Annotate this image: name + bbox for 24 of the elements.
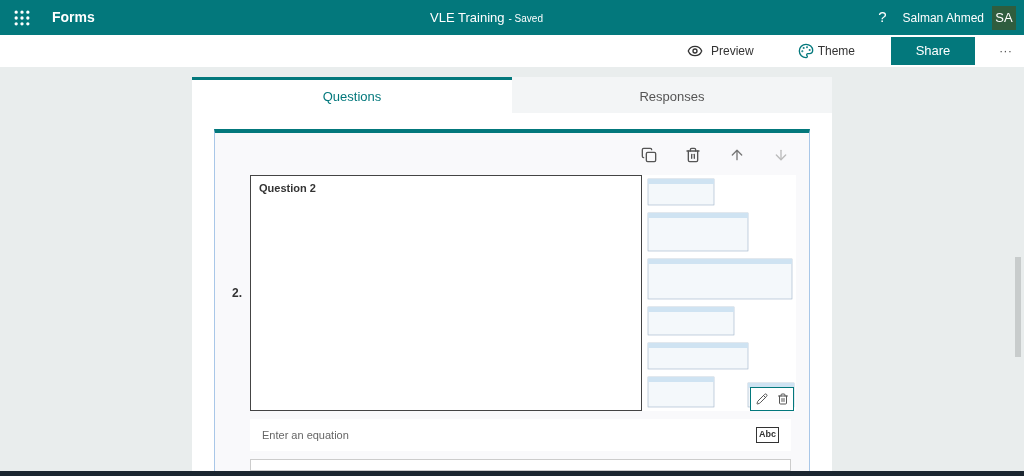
more-button[interactable]: ··· [999, 41, 1012, 61]
help-button[interactable]: ? [878, 6, 887, 29]
edit-icon[interactable] [755, 393, 768, 405]
eye-icon [686, 43, 703, 59]
tab[interactable]: Responses [512, 77, 832, 113]
app-name[interactable]: Forms [52, 7, 95, 28]
copy-icon[interactable] [641, 147, 657, 163]
scrollbar-thumb[interactable] [1015, 257, 1021, 357]
question-field[interactable]: Question 2 [250, 175, 642, 411]
share-button[interactable]: Share [891, 37, 975, 65]
user-name: Salman Ahmed [902, 9, 984, 27]
theme-button[interactable]: Theme [797, 42, 855, 60]
question-number: 2. [232, 285, 242, 302]
answer-field[interactable] [250, 459, 791, 471]
equation-field[interactable]: Enter an equation Abc [250, 419, 791, 451]
preview-button[interactable]: Preview [686, 42, 754, 60]
delete-icon[interactable] [685, 147, 701, 163]
delete-icon[interactable] [776, 393, 789, 405]
save-status: - Saved [508, 11, 543, 26]
text-mode-button[interactable]: Abc [756, 427, 779, 443]
user-avatar[interactable]: SA [992, 5, 1016, 30]
move-up-icon[interactable] [729, 147, 745, 163]
form-title: VLE Training [430, 8, 505, 27]
palette-icon [797, 43, 814, 59]
